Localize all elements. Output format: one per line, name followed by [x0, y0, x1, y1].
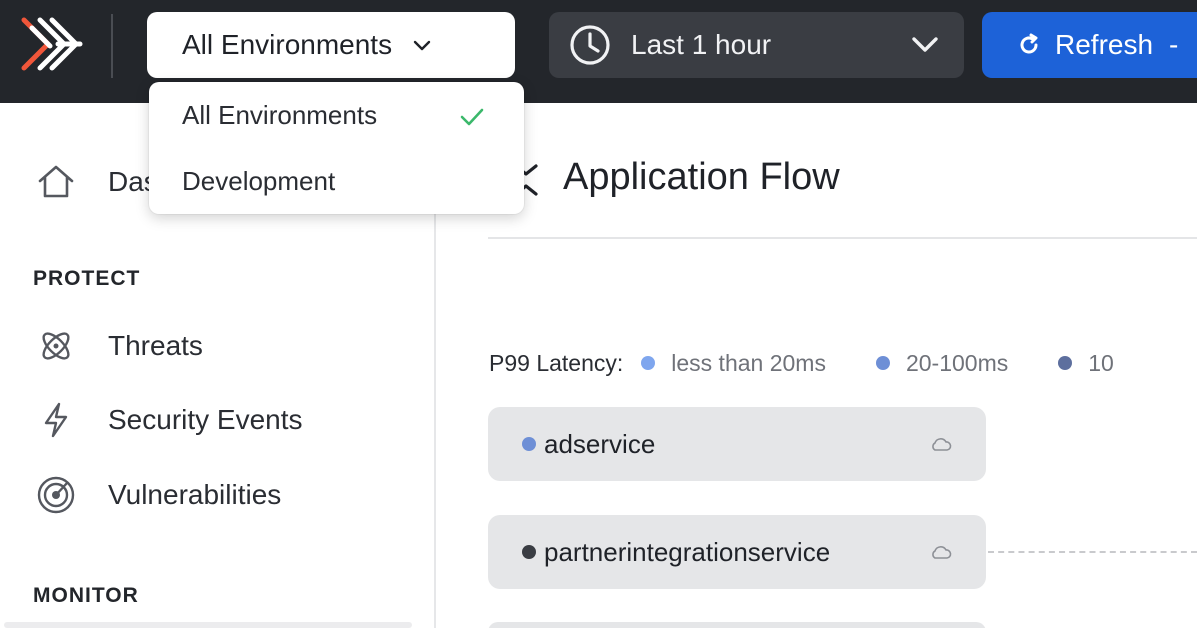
- cloud-icon: [932, 546, 952, 559]
- cloud-icon: [932, 438, 952, 451]
- refresh-label: Refresh: [1055, 29, 1154, 60]
- legend-entry-high: 10: [1088, 349, 1114, 376]
- time-range-select[interactable]: Last 1 hour: [549, 12, 964, 78]
- section-title-monitor: MONITOR: [33, 584, 139, 607]
- service-name: partnerintegrationservice: [544, 536, 831, 567]
- latency-dot: [522, 437, 536, 451]
- sidebar-item-label: Vulnerabilities: [108, 479, 282, 510]
- service-node-partnerintegrationservice[interactable]: partnerintegrationservice: [488, 515, 986, 589]
- environment-select-label: All Environments: [182, 29, 393, 60]
- flow-connection-line: [988, 551, 1197, 553]
- home-icon: [38, 165, 74, 198]
- radar-icon: [37, 476, 75, 514]
- legend-dot-high: [1058, 356, 1073, 370]
- topbar-divider: [111, 14, 113, 78]
- sidebar-item-threats[interactable]: Threats: [36, 326, 203, 366]
- latency-dot: [522, 545, 536, 559]
- menu-item-all-environments[interactable]: All Environments: [182, 100, 377, 131]
- refresh-icon: [1020, 33, 1038, 54]
- sidebar-item-partial[interactable]: [4, 622, 412, 628]
- menu-item-development[interactable]: Development: [182, 166, 335, 197]
- environment-select[interactable]: All Environments: [147, 12, 515, 78]
- app-logo-icon[interactable]: [18, 14, 84, 78]
- latency-legend: P99 Latency: less than 20ms 20-100ms 10: [489, 348, 1164, 378]
- service-node-adservice[interactable]: adservice: [488, 407, 986, 481]
- checkmark-icon: [460, 108, 484, 126]
- service-name: adservice: [544, 428, 656, 459]
- legend-entry-mid: 20-100ms: [905, 349, 1009, 376]
- legend-dot-low: [641, 356, 656, 370]
- sidebar-item-vulnerabilities[interactable]: Vulnerabilities: [36, 475, 281, 515]
- sidebar-item-label: Security Events: [108, 404, 303, 435]
- section-title-protect: PROTECT: [33, 267, 141, 290]
- bolt-icon: [44, 402, 68, 438]
- legend-entry-low: less than 20ms: [671, 349, 826, 376]
- sidebar-item-security-events[interactable]: Security Events: [36, 400, 303, 440]
- title-divider: [488, 237, 1197, 239]
- sidebar-item-label: Threats: [108, 330, 203, 361]
- legend-label: P99 Latency:: [489, 349, 624, 376]
- environment-dropdown-menu: All Environments Development: [149, 82, 524, 214]
- service-node-partial[interactable]: [488, 622, 986, 628]
- chevron-down-icon: [413, 40, 431, 51]
- sidebar-item-dashboard[interactable]: Das: [36, 162, 158, 202]
- page-title: Application Flow: [563, 156, 840, 198]
- clock-icon: [570, 25, 610, 65]
- refresh-menu-separator: -: [1169, 29, 1179, 60]
- legend-dot-mid: [875, 356, 890, 370]
- refresh-button[interactable]: Refresh -: [982, 12, 1197, 78]
- chevron-down-icon: [912, 37, 938, 52]
- time-range-label: Last 1 hour: [631, 29, 772, 60]
- atom-icon: [42, 332, 70, 360]
